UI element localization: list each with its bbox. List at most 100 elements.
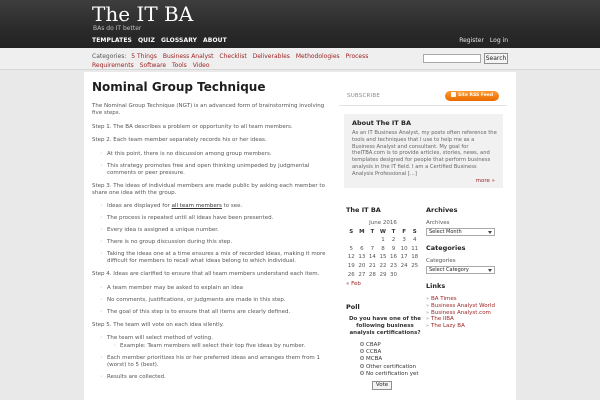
categories-label: Categories: [92, 53, 127, 60]
calendar-day: 2 [391, 237, 396, 244]
about-title: About The IT BA [352, 119, 411, 127]
radio-button[interactable] [360, 363, 364, 368]
poll-option[interactable]: CCBA [360, 349, 424, 356]
poll-option[interactable]: MCBA [360, 356, 424, 363]
poll-option-label: Other certification [366, 363, 417, 370]
step-4: Step 4. Ideas are clarified to ensure th… [92, 271, 320, 277]
category-link[interactable]: Process [346, 53, 369, 60]
site-title[interactable]: The IT BA [92, 2, 193, 26]
calendar-day: 3 [402, 237, 406, 244]
poll-widget: Poll Do you have one of the following bu… [346, 303, 424, 391]
calendar-day: 8 [381, 245, 385, 252]
calendar-day [357, 236, 368, 245]
calendar-caption: June 2016 [369, 220, 397, 226]
category-link[interactable]: Deliverables [253, 53, 290, 60]
calendar-day: 16 [390, 254, 398, 261]
calendar-day: 30 [390, 271, 398, 278]
nav-about[interactable]: ABOUT [203, 37, 227, 44]
vote-button[interactable]: Vote [372, 381, 392, 391]
search-input[interactable] [423, 54, 481, 63]
categories-select[interactable]: Select Category [426, 266, 495, 274]
calendar-day: 5 [349, 245, 354, 252]
poll-option[interactable]: CBAP [360, 342, 424, 349]
category-link[interactable]: Video [193, 62, 210, 69]
archives-title: Archives [426, 206, 458, 214]
archives-label: Archives [426, 220, 450, 226]
about-more-link[interactable]: more » [476, 178, 495, 184]
category-bar: Categories: 5 Things Business Analyst Ch… [0, 48, 600, 70]
main-nav: TEMPLATES QUIZ GLOSSARY ABOUT Register L… [0, 35, 600, 48]
register-link[interactable]: Register [459, 37, 484, 44]
radio-button[interactable] [360, 349, 364, 354]
sub-list-item: Example: Team members will select their … [113, 343, 330, 350]
calendar-day: 29 [379, 271, 387, 278]
category-link[interactable]: Business Analyst [163, 53, 214, 60]
archives-select[interactable]: Select Month [426, 228, 495, 236]
category-link[interactable]: Requirements [92, 62, 134, 69]
nav-quiz[interactable]: QUIZ [138, 37, 155, 44]
list-item: The goal of this step is to ensure that … [100, 309, 330, 316]
category-link[interactable]: Methodologies [296, 53, 340, 60]
about-box: About The IT BA As an IT Business Analys… [344, 114, 503, 188]
step-3: Step 3. The ideas of individual members … [92, 182, 325, 196]
list-item: There is no group discussion during this… [100, 239, 330, 246]
poll-option[interactable]: No certification yet [360, 370, 424, 378]
list-item: The team will select method of voting. E… [100, 335, 330, 350]
category-list: Categories: 5 Things Business Analyst Ch… [92, 53, 412, 70]
calendar-day: 1 [381, 237, 385, 244]
step-2: Step 2. Each team member separately reco… [92, 137, 267, 143]
calendar-prev-link[interactable]: « Feb [346, 281, 420, 287]
category-link[interactable]: Software [140, 62, 166, 69]
category-link[interactable]: 5 Things [131, 53, 157, 60]
calendar-day: 6 [360, 245, 364, 252]
categories-select-label: Categories [426, 258, 456, 264]
sidebar-link[interactable]: The IIBA [426, 316, 506, 323]
list-item: Each member prioritizes his or her prefe… [100, 355, 330, 369]
sidebar-link[interactable]: Business Analyst.com [426, 310, 506, 317]
weekday-header: T [370, 229, 375, 235]
poll-option[interactable]: Other certification [360, 363, 424, 371]
poll-question: Do you have one of the following busines… [348, 316, 421, 336]
category-link[interactable]: Checklist [219, 53, 246, 60]
calendar-day: 20 [358, 263, 366, 270]
rss-feed-button[interactable]: Site RSS Feed [445, 91, 499, 101]
sidebar-link[interactable]: BA Times [426, 296, 506, 303]
sidebar-link[interactable]: Business Analyst World [426, 303, 506, 310]
sidebar-link[interactable]: The Lazy BA [426, 323, 506, 330]
about-text: As an IT Business Analyst, my posts ofte… [352, 130, 497, 177]
list-text: The team will select method of voting. [107, 335, 213, 341]
team-members-link[interactable]: all team members [172, 203, 222, 209]
calendar-day [367, 236, 378, 245]
calendar-day: 12 [347, 254, 355, 261]
rss-icon [450, 92, 456, 97]
weekday-header: M [359, 229, 365, 235]
poll-option-label: CBAP [366, 342, 381, 348]
calendar-day: 28 [368, 271, 376, 278]
list-text: to see. [221, 203, 243, 209]
list-item: At this point, there is no discussion am… [100, 151, 330, 158]
login-link[interactable]: Log in [490, 37, 508, 44]
search-button[interactable]: Search [484, 53, 508, 64]
radio-button[interactable] [360, 356, 364, 361]
calendar-title: The IT BA [346, 206, 381, 214]
categories-title: Categories [426, 244, 466, 252]
sub-list: Example: Team members will select their … [113, 343, 330, 350]
nav-templates[interactable]: TEMPLATES [92, 37, 132, 44]
calendar-day: 26 [347, 271, 355, 278]
calendar-day: 18 [411, 254, 419, 261]
calendar-day: 27 [358, 271, 366, 278]
article-intro: The Nominal Group Technique (NGT) is an … [92, 103, 325, 116]
step-2-list: At this point, there is no discussion am… [100, 151, 330, 177]
calendar-day [346, 236, 357, 245]
links-title: Links [426, 282, 446, 290]
nav-glossary[interactable]: GLOSSARY [161, 37, 197, 44]
calendar-day: 4 [412, 237, 417, 244]
radio-button[interactable] [360, 370, 364, 375]
poll-title: Poll [346, 303, 360, 311]
subscribe-label: SUBSCRIBE [347, 93, 381, 99]
category-link[interactable]: Tools [172, 62, 187, 69]
radio-button[interactable] [360, 342, 364, 346]
list-item: Results are collected. [100, 374, 330, 381]
step-4-list: A team member may be asked to explain an… [100, 285, 330, 316]
weekday-header: T [391, 229, 396, 235]
